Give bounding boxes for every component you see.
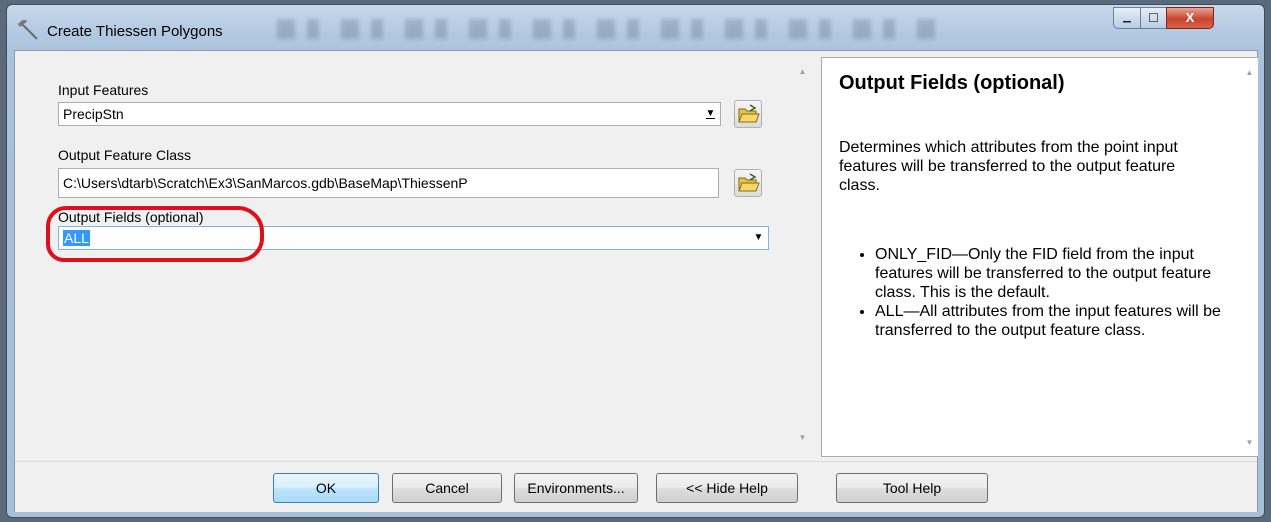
output-feature-class-label: Output Feature Class bbox=[58, 147, 192, 163]
help-description: Determines which attributes from the poi… bbox=[839, 139, 1178, 194]
list-item: ONLY_FID—Only the FID field from the inp… bbox=[875, 245, 1245, 302]
help-options-list: ONLY_FID—Only the FID field from the inp… bbox=[855, 245, 1245, 340]
environments-button[interactable]: Environments... bbox=[514, 473, 638, 503]
minimize-icon: ▁ bbox=[1123, 12, 1131, 23]
close-button[interactable]: X bbox=[1166, 7, 1214, 29]
output-feature-class-browse-button[interactable] bbox=[734, 169, 762, 197]
minimize-button[interactable]: ▁ bbox=[1113, 7, 1141, 29]
output-feature-class-input[interactable]: C:\Users\dtarb\Scratch\Ex3\SanMarcos.gdb… bbox=[58, 168, 719, 198]
input-features-combobox[interactable]: PrecipStn ▼ bbox=[58, 102, 721, 126]
dropdown-arrow-icon[interactable]: ▼ bbox=[750, 228, 767, 248]
close-icon: X bbox=[1185, 10, 1195, 25]
open-folder-icon bbox=[738, 173, 760, 192]
dialog-window: Create Thiessen Polygons ▁ ☐ X Input Fea… bbox=[6, 4, 1265, 518]
list-item: ALL—All attributes from the input featur… bbox=[875, 302, 1245, 340]
hide-help-button[interactable]: << Hide Help bbox=[656, 473, 798, 503]
background-toolbar-blur bbox=[277, 19, 937, 39]
ok-button[interactable]: OK bbox=[273, 473, 379, 503]
scroll-down-icon[interactable]: ▼ bbox=[1241, 434, 1258, 451]
hammer-icon bbox=[17, 20, 38, 40]
scroll-up-icon[interactable]: ▲ bbox=[794, 63, 811, 80]
output-fields-select[interactable]: ALL ▼ bbox=[58, 226, 769, 250]
dropdown-arrow-icon[interactable]: ▼ bbox=[702, 104, 719, 124]
input-features-label: Input Features bbox=[58, 82, 149, 98]
help-title: Output Fields (optional) bbox=[839, 72, 1065, 94]
window-title: Create Thiessen Polygons bbox=[47, 23, 223, 40]
help-pane: Output Fields (optional) Determines whic… bbox=[821, 57, 1258, 457]
output-fields-value: ALL bbox=[63, 230, 90, 246]
button-bar: OK Cancel Environments... << Hide Help T… bbox=[15, 461, 1257, 512]
dialog-client-area: Input Features PrecipStn ▼ Output Featur… bbox=[14, 50, 1258, 512]
maximize-button[interactable]: ☐ bbox=[1140, 7, 1167, 29]
parameters-scrollbar[interactable]: ▲ ▼ bbox=[794, 51, 811, 461]
parameters-pane: Input Features PrecipStn ▼ Output Featur… bbox=[15, 51, 795, 461]
tool-help-button[interactable]: Tool Help bbox=[836, 473, 988, 503]
scroll-up-icon[interactable]: ▲ bbox=[1241, 64, 1258, 81]
maximize-icon: ☐ bbox=[1148, 11, 1159, 25]
open-folder-icon bbox=[738, 104, 760, 123]
title-bar[interactable]: Create Thiessen Polygons ▁ ☐ X bbox=[7, 5, 1264, 51]
input-features-value: PrecipStn bbox=[63, 106, 124, 122]
scroll-down-icon[interactable]: ▼ bbox=[794, 429, 811, 446]
help-scrollbar[interactable]: ▲ ▼ bbox=[1241, 58, 1258, 456]
cancel-button[interactable]: Cancel bbox=[392, 473, 502, 503]
output-fields-label: Output Fields (optional) bbox=[58, 209, 204, 225]
input-features-browse-button[interactable] bbox=[734, 100, 762, 128]
